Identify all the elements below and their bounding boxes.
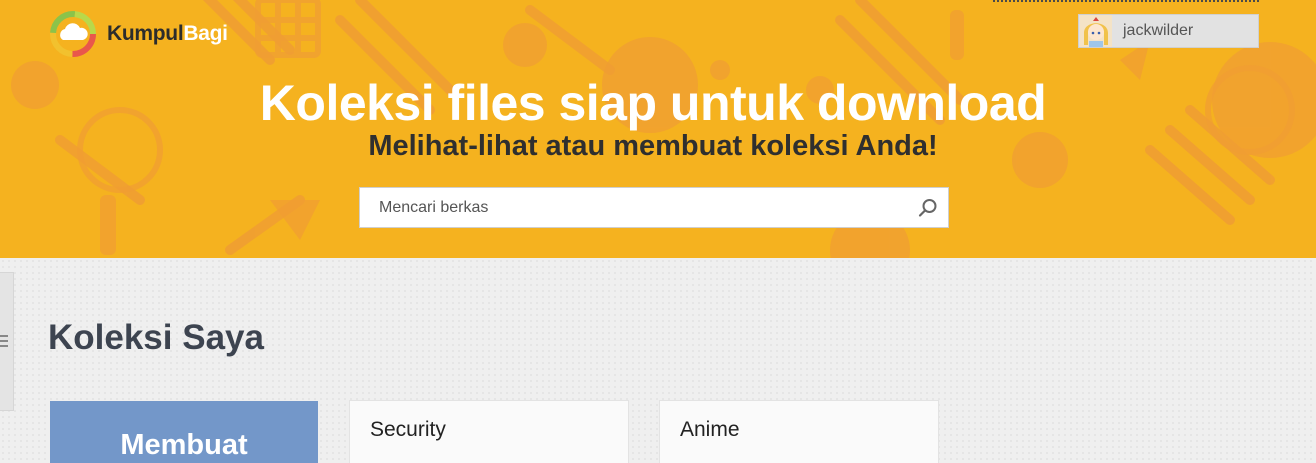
sidebar-toggle[interactable] (0, 272, 14, 411)
section-title: Koleksi Saya (48, 318, 264, 357)
search-input[interactable] (360, 188, 908, 227)
logo-text-bagi: Bagi (183, 22, 228, 45)
hero-subtitle: Melihat-lihat atau membuat koleksi Anda! (368, 130, 938, 162)
top-dotted-divider (993, 0, 1259, 2)
create-collection-button[interactable]: Membuat (50, 401, 318, 463)
search-button[interactable] (908, 188, 948, 228)
username: jackwilder (1123, 22, 1194, 39)
logo-text-kumpul: Kumpul (107, 22, 184, 45)
logo-text: KumpulBagi (107, 22, 228, 46)
hero-banner: KumpulBagi jackwilder Koleksi files siap… (0, 0, 1316, 258)
collection-title: Anime (680, 418, 740, 441)
search-icon (918, 198, 937, 217)
collection-card-anime[interactable]: Anime (659, 400, 939, 463)
search-bar (359, 187, 949, 228)
create-collection-label: Membuat (120, 429, 248, 461)
collection-card-security[interactable]: Security (349, 400, 629, 463)
hero-title: Koleksi files siap untuk download (259, 75, 1047, 131)
collection-title: Security (370, 418, 446, 441)
kumpulbagi-logo[interactable]: KumpulBagi (49, 10, 228, 58)
user-menu[interactable]: jackwilder (1078, 14, 1259, 48)
menu-lines-icon (0, 335, 8, 350)
main-content: Koleksi Saya Membuat Security Anime (0, 258, 1316, 463)
cloud-logo-icon (50, 11, 96, 57)
user-avatar-icon (1080, 15, 1112, 47)
